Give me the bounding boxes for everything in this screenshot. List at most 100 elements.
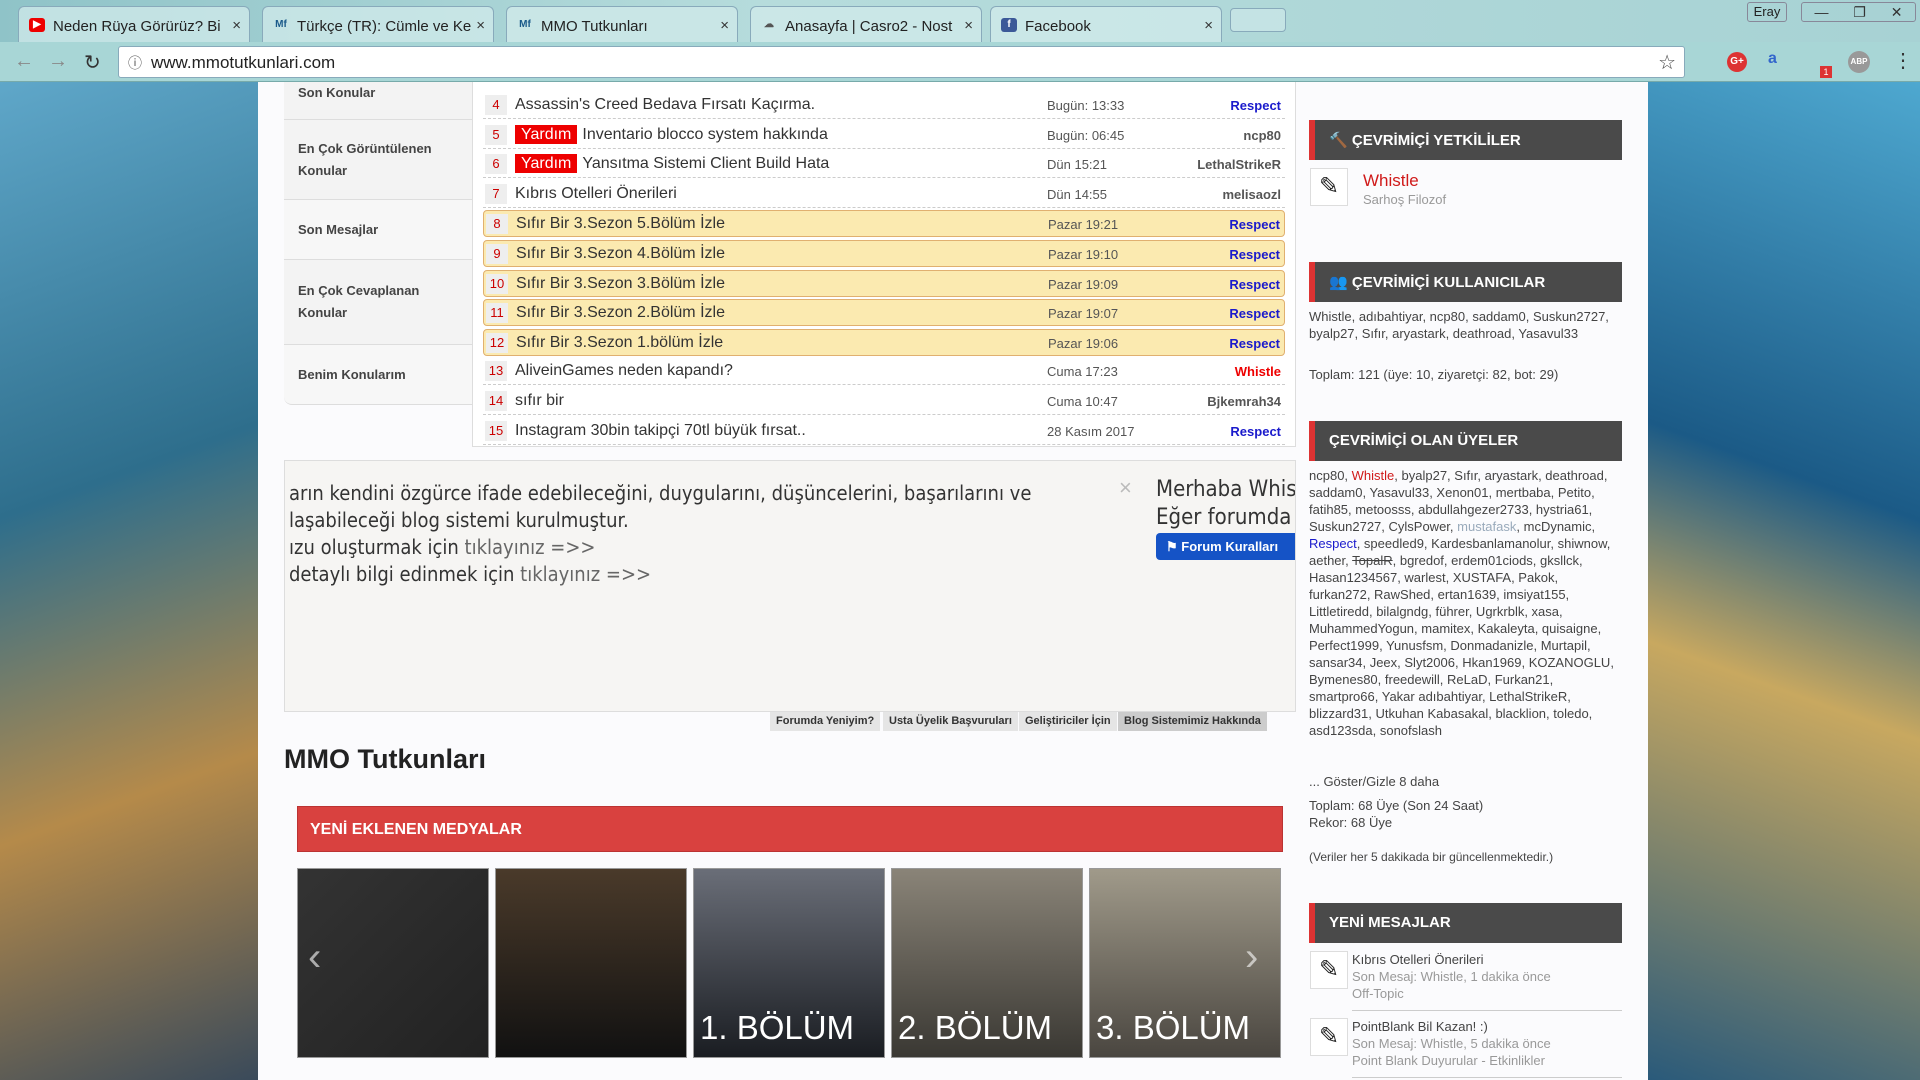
nav-en-cok-goruntulenen[interactable]: En Çok Görüntülenen Konular: [284, 120, 472, 200]
topic-user[interactable]: Whistle: [1235, 364, 1281, 379]
topic-row[interactable]: 6 Yardım Yansıtma Sistemi Client Build Ha…: [483, 151, 1285, 179]
topic-user[interactable]: LethalStrikeR: [1197, 157, 1281, 172]
topic-title[interactable]: Yardım Yansıtma Sistemi Client Build Hata: [515, 154, 829, 174]
member-link[interactable]: mustafask: [1457, 519, 1516, 534]
member-link[interactable]: Respect: [1309, 536, 1357, 551]
carousel-next-icon[interactable]: ›: [1245, 935, 1258, 980]
tab-youtube[interactable]: ▶ Neden Rüya Görürüz? Bi ×: [18, 6, 250, 42]
forward-icon[interactable]: →: [48, 50, 68, 73]
topic-title[interactable]: Kıbrıs Otelleri Önerileri: [515, 185, 677, 203]
tab-forumda-yeniyim[interactable]: Forumda Yeniyim?: [770, 712, 881, 731]
bookmark-star-icon[interactable]: ☆: [1658, 50, 1676, 75]
page-title: MMO Tutkunları: [284, 744, 486, 774]
media-thumbnail[interactable]: [297, 868, 489, 1058]
topic-user[interactable]: Respect: [1230, 98, 1281, 113]
close-tab-icon[interactable]: ×: [964, 17, 973, 34]
carousel-prev-icon[interactable]: ‹: [308, 935, 321, 980]
staff-rank: Sarhoş Filozof: [1363, 192, 1447, 207]
topic-title[interactable]: Assassin's Creed Bedava Fırsatı Kaçırma.: [515, 96, 815, 114]
extension-badge[interactable]: 1: [1820, 66, 1832, 78]
tab-casro[interactable]: ☁ Anasayfa | Casro2 - Nost ×: [750, 6, 982, 42]
topic-title[interactable]: Sıfır Bir 3.Sezon 1.bölüm İzle: [516, 334, 723, 352]
topic-row[interactable]: 11 Sıfır Bir 3.Sezon 2.Bölüm İzle Pazar …: [483, 299, 1285, 327]
reload-icon[interactable]: ↻: [84, 50, 101, 75]
post-title[interactable]: Kıbrıs Otelleri Önerileri: [1352, 951, 1622, 968]
topic-row[interactable]: 13 AliveinGames neden kapandı? Cuma 17:2…: [483, 358, 1285, 386]
blog-text: laşabileceği blog sistemi kurulmuştur.: [289, 508, 629, 532]
restore-icon[interactable]: ❐: [1853, 3, 1866, 21]
close-window-icon[interactable]: ✕: [1891, 3, 1903, 21]
topic-rank: 9: [486, 244, 508, 264]
nav-en-cok-cevaplanan[interactable]: En Çok Cevaplanan Konular: [284, 260, 472, 345]
close-tab-icon[interactable]: ×: [720, 17, 729, 34]
topic-row[interactable]: 12 Sıfır Bir 3.Sezon 1.bölüm İzle Pazar …: [483, 328, 1285, 356]
topic-row[interactable]: 5 Yardım Inventario blocco system hakkınd…: [483, 122, 1285, 149]
close-tab-icon[interactable]: ×: [1204, 17, 1213, 34]
topic-title[interactable]: sıfır bir: [515, 392, 564, 410]
topic-row[interactable]: 15 Instagram 30bin takipçi 70tl büyük fı…: [483, 418, 1285, 445]
topic-title[interactable]: Sıfır Bir 3.Sezon 4.Bölüm İzle: [516, 245, 725, 263]
topic-user[interactable]: Bjkemrah34: [1207, 394, 1281, 409]
nav-son-konular[interactable]: Son Konular: [284, 82, 472, 120]
media-thumbnail[interactable]: [495, 868, 687, 1058]
media-thumbnail[interactable]: 1. BÖLÜM: [693, 868, 885, 1058]
new-post-item[interactable]: Kıbrıs Otelleri Önerileri Son Mesaj: Whis…: [1352, 951, 1622, 1011]
topic-user[interactable]: Respect: [1230, 424, 1281, 439]
nav-benim-konularim[interactable]: Benim Konularım: [284, 345, 472, 405]
topic-user[interactable]: melisaozl: [1222, 187, 1281, 202]
close-icon[interactable]: ×: [1119, 475, 1132, 501]
show-more-link[interactable]: ... Göster/Gizle 8 daha: [1309, 773, 1622, 790]
tab-blog-sistemi[interactable]: Blog Sistemimiz Hakkında: [1118, 712, 1267, 731]
minimize-icon[interactable]: —: [1814, 3, 1828, 21]
topic-user[interactable]: Respect: [1229, 336, 1280, 351]
staff-name[interactable]: Whistle: [1363, 171, 1419, 191]
adblock-icon[interactable]: ABP: [1848, 51, 1870, 73]
topic-title[interactable]: Yardım Inventario blocco system hakkında: [515, 124, 828, 144]
close-tab-icon[interactable]: ×: [476, 17, 485, 34]
media-thumbnail[interactable]: 2. BÖLÜM: [891, 868, 1083, 1058]
new-tab-button[interactable]: [1230, 8, 1286, 32]
topic-title[interactable]: Instagram 30bin takipçi 70tl büyük fırsa…: [515, 422, 806, 440]
topic-row[interactable]: 14 sıfır bir Cuma 10:47 Bjkemrah34: [483, 388, 1285, 415]
new-post-item[interactable]: PointBlank Bil Kazan! :) Son Mesaj: Whist…: [1352, 1018, 1622, 1078]
tab-gelistiriciler[interactable]: Geliştiriciler İçin: [1019, 712, 1117, 731]
post-title[interactable]: PointBlank Bil Kazan! :): [1352, 1018, 1622, 1035]
topic-user[interactable]: ncp80: [1243, 128, 1281, 143]
online-users-header: 👥 ÇEVRİMİÇİ KULLANICILAR: [1309, 262, 1622, 302]
topic-row[interactable]: 4 Assassin's Creed Bedava Fırsatı Kaçırm…: [483, 92, 1285, 119]
menu-icon[interactable]: ⋮: [1893, 48, 1913, 73]
topic-row[interactable]: 8 Sıfır Bir 3.Sezon 5.Bölüm İzle Pazar 1…: [483, 210, 1285, 238]
post-forum[interactable]: Off-Topic: [1352, 985, 1622, 1002]
back-icon[interactable]: ←: [14, 50, 34, 73]
address-bar[interactable]: ⓘ www.mmotutkunlari.com ☆: [118, 46, 1685, 78]
profile-button[interactable]: Eray: [1747, 2, 1787, 22]
topic-row[interactable]: 7 Kıbrıs Otelleri Önerileri Dün 14:55 me…: [483, 181, 1285, 208]
close-tab-icon[interactable]: ×: [232, 17, 241, 34]
topic-user[interactable]: Respect: [1229, 217, 1280, 232]
tab-turkce[interactable]: Mf Türkçe (TR): Cümle ve Ke ×: [262, 6, 494, 42]
tab-facebook[interactable]: f Facebook ×: [990, 6, 1222, 42]
topic-row[interactable]: 10 Sıfır Bir 3.Sezon 3.Bölüm İzle Pazar …: [483, 269, 1285, 297]
member-link[interactable]: Whistle: [1352, 468, 1395, 483]
topic-title[interactable]: Sıfır Bir 3.Sezon 2.Bölüm İzle: [516, 304, 725, 322]
blog-link[interactable]: tıklayınız =>>: [465, 535, 596, 559]
forum-rules-button[interactable]: ⚑ Forum Kuralları: [1156, 533, 1295, 560]
member-link[interactable]: TopalR: [1352, 553, 1392, 568]
topic-title[interactable]: Sıfır Bir 3.Sezon 3.Bölüm İzle: [516, 275, 725, 293]
members-total: Toplam: 68 Üye (Son 24 Saat): [1309, 798, 1484, 813]
extension-a-icon[interactable]: a: [1768, 50, 1777, 68]
topic-title[interactable]: AliveinGames neden kapandı?: [515, 362, 733, 380]
tab-mmo[interactable]: Mf MMO Tutkunları ×: [506, 6, 738, 42]
post-forum[interactable]: Point Blank Duyurular - Etkinlikler: [1352, 1052, 1622, 1069]
nav-son-mesajlar[interactable]: Son Mesajlar: [284, 200, 472, 260]
topic-user[interactable]: Respect: [1229, 306, 1280, 321]
google-plus-icon[interactable]: G+: [1727, 52, 1747, 72]
tab-usta-uyelik[interactable]: Usta Üyelik Başvuruları: [883, 712, 1018, 731]
topic-row[interactable]: 9 Sıfır Bir 3.Sezon 4.Bölüm İzle Pazar 1…: [483, 240, 1285, 267]
topic-user[interactable]: Respect: [1229, 277, 1280, 292]
media-header: YENİ EKLENEN MEDYALAR: [297, 806, 1283, 852]
blog-link[interactable]: tıklayınız =>>: [520, 562, 651, 586]
avatar[interactable]: ✎: [1310, 168, 1348, 206]
topic-title[interactable]: Sıfır Bir 3.Sezon 5.Bölüm İzle: [516, 215, 725, 233]
topic-user[interactable]: Respect: [1229, 247, 1280, 262]
